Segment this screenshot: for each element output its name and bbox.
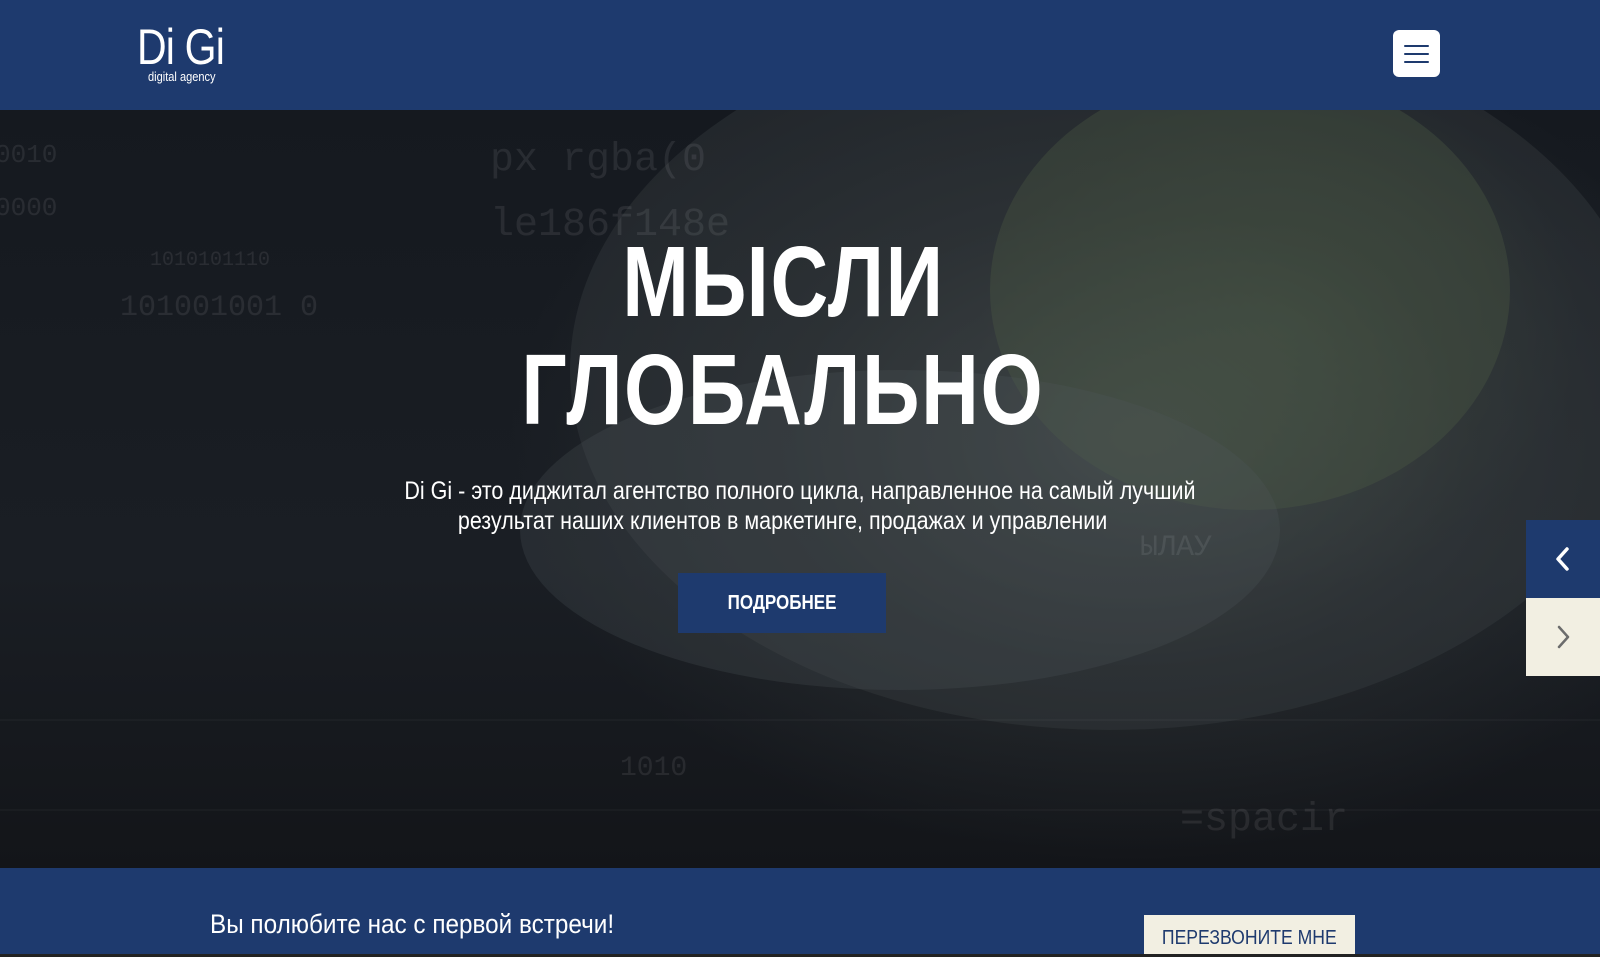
hero-slider: 0010 0000 101001001 0 1010101110 px rgba… xyxy=(0,110,1600,868)
hero-title-line-2: ГЛОБАЛЬНО xyxy=(521,334,1045,446)
logo[interactable]: Di Gi digital agency xyxy=(137,22,243,84)
slider-prev-button[interactable] xyxy=(1526,520,1600,598)
svg-text:0000: 0000 xyxy=(0,193,57,223)
callback-strip: Вы полюбите нас с первой встречи! ПЕРЕЗВ… xyxy=(0,868,1600,957)
hamburger-menu-button[interactable] xyxy=(1393,30,1440,77)
chevron-right-icon xyxy=(1557,625,1570,649)
logo-subtitle: digital agency xyxy=(148,69,216,84)
callback-tagline: Вы полюбите нас с первой встречи! xyxy=(210,908,659,940)
svg-text:=spacir: =spacir xyxy=(1180,798,1348,843)
site-header: Di Gi digital agency xyxy=(0,0,1600,110)
svg-text:1010: 1010 xyxy=(620,753,687,784)
hero-description-line-1: Di Gi - это диджитал агентство полного ц… xyxy=(404,477,1196,505)
svg-text:0010: 0010 xyxy=(0,140,57,170)
hamburger-icon-bar xyxy=(1404,52,1429,55)
svg-text:px rgba(0: px rgba(0 xyxy=(490,138,706,183)
more-button[interactable]: ПОДРОБНЕЕ xyxy=(678,573,886,633)
callback-tagline-text: Вы полюбите нас с первой встречи! xyxy=(210,909,615,939)
slider-next-button[interactable] xyxy=(1526,598,1600,676)
hero-title: МЫСЛИ ГЛОБАЛЬНО xyxy=(0,228,1566,444)
svg-text:ЫЛАУ: ЫЛАУ xyxy=(1140,531,1212,565)
hero-description-line-2: результат наших клиентов в маркетинге, п… xyxy=(458,507,1108,535)
hero-description: Di Gi - это диджитал агентство полного ц… xyxy=(340,476,1226,536)
hamburger-icon xyxy=(1404,44,1429,47)
chevron-left-icon xyxy=(1556,547,1569,571)
hero-title-line-1: МЫСЛИ xyxy=(621,226,945,338)
more-button-label: ПОДРОБНЕЕ xyxy=(727,591,837,614)
callback-button-label: ПЕРЕЗВОНИТЕ МНЕ xyxy=(1162,927,1337,949)
hamburger-icon-bar xyxy=(1404,60,1429,63)
logo-main-text: Di Gi xyxy=(137,19,225,75)
callback-button[interactable]: ПЕРЕЗВОНИТЕ МНЕ xyxy=(1144,915,1355,957)
